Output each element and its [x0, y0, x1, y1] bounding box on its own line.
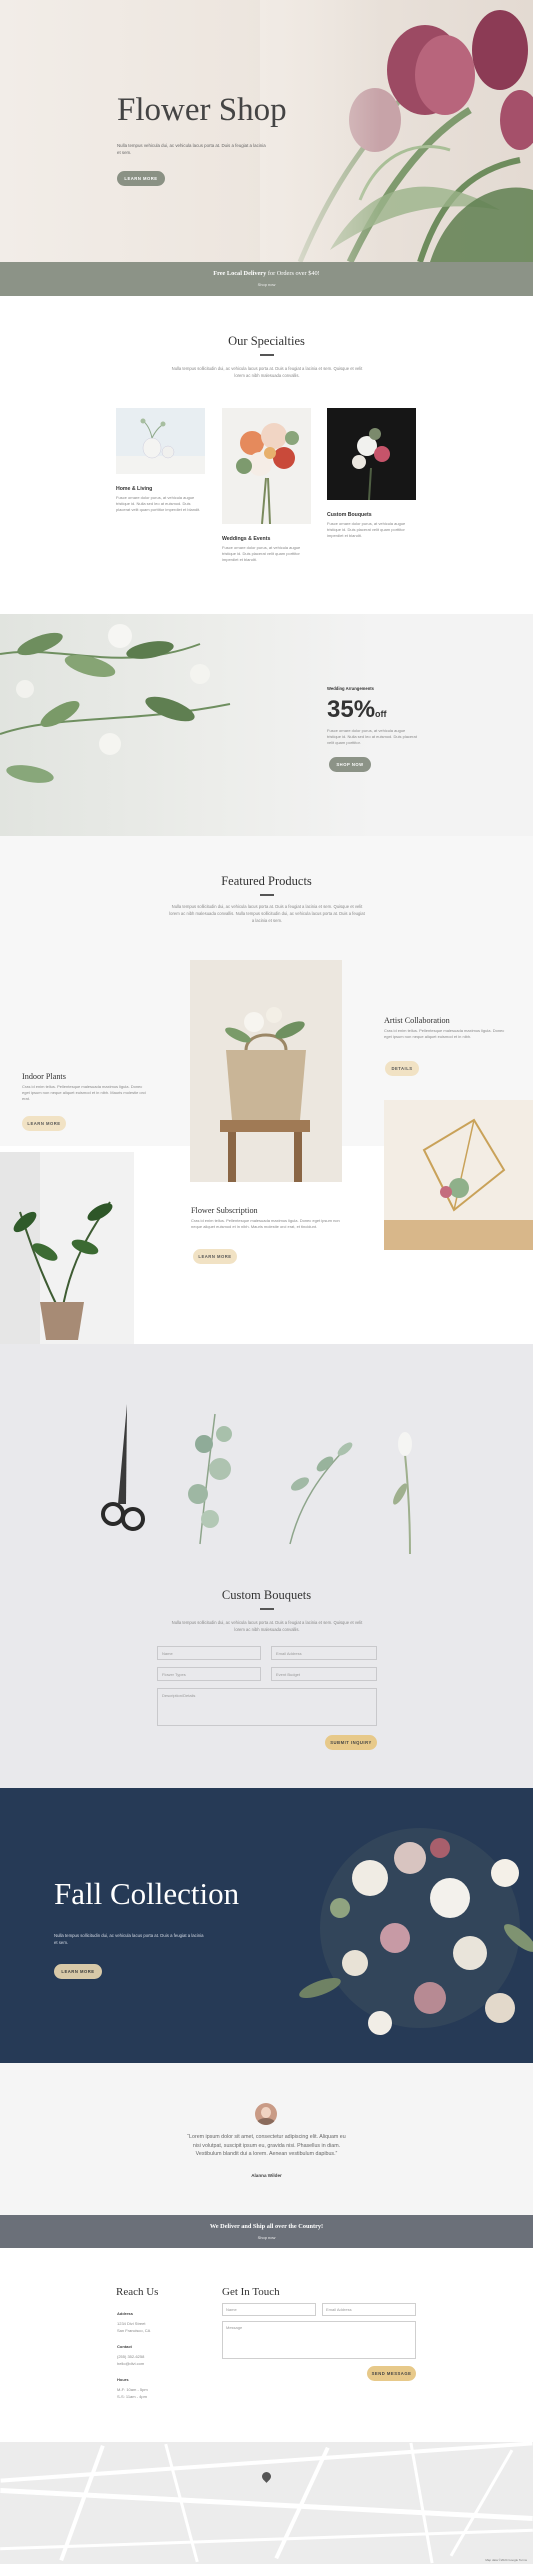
email-field[interactable]: Email Address — [271, 1646, 377, 1660]
product-title-artist-collaboration: Artist Collaboration — [384, 1016, 450, 1025]
map-pin-icon[interactable] — [260, 2470, 273, 2483]
card-text-weddings-events: Fusce ornare dolor purus, at vehicula au… — [222, 545, 301, 562]
promo-shop-now-button[interactable]: SHOP NOW — [329, 757, 371, 772]
flower-subscription-learn-more-button[interactable]: LEARN MORE — [193, 1249, 237, 1264]
address-line-1: 1234 Divi Street — [117, 2321, 146, 2326]
fall-learn-more-button[interactable]: LEARN MORE — [54, 1964, 102, 1979]
shipping-banner-text: We Deliver and Ship all over the Country… — [209, 2223, 324, 2230]
hero-learn-more-button[interactable]: LEARN MORE — [117, 171, 165, 186]
tulip-illustration — [260, 0, 533, 262]
home-living-image — [116, 408, 205, 474]
wedding-promo-section: Wedding Arrangements 35%off Fusce ornare… — [0, 614, 533, 836]
hours-weekdays: M-F: 10am - 5pm — [117, 2387, 148, 2392]
foliage-illustration — [0, 624, 231, 783]
map-road — [449, 2449, 514, 2557]
product-title-flower-subscription: Flower Subscription — [191, 1206, 258, 1215]
hero-subtitle: Nulla tempus vehicula dui, ac vehicula l… — [117, 143, 266, 155]
hours-label: Hours — [117, 2377, 129, 2382]
terrarium-image — [384, 1100, 533, 1250]
featured-text: Nulla tempus sollicitudin dui, ac vehicu… — [169, 904, 365, 923]
description-field[interactable]: Description/Details — [157, 1688, 377, 1726]
testimonial-section: “Lorem ipsum dolor sit amet, consectetur… — [0, 2063, 533, 2215]
send-message-button[interactable]: SEND MESSAGE — [367, 2366, 416, 2381]
contact-name-field[interactable]: Name — [222, 2303, 316, 2316]
shipping-banner: We Deliver and Ship all over the Country… — [0, 2215, 533, 2248]
event-budget-field[interactable]: Event Budget — [271, 1667, 377, 1681]
hours-weekends: S-S: 11am - 4pm — [117, 2394, 147, 2399]
card-text-home-living: Fusce ornare dolor purus, at vehicula au… — [116, 495, 201, 512]
fall-collection-text: Nulla tempus sollicitudin dui, ac vehicu… — [54, 1933, 204, 1945]
contact-message-field[interactable]: Message — [222, 2321, 416, 2359]
custom-bouquets-text: Nulla tempus sollicitudin dui, ac vehicu… — [171, 1620, 363, 1632]
promo-discount: 35%off — [327, 696, 387, 723]
specialties-section: Our Specialties Nulla tempus sollicitudi… — [0, 296, 533, 614]
title-divider — [260, 894, 274, 896]
hero-section: Flower Shop Nulla tempus vehicula dui, a… — [0, 0, 533, 262]
delivery-shop-now-link[interactable]: Shop now — [0, 282, 533, 287]
submit-inquiry-button[interactable]: SUBMIT INQUIRY — [325, 1735, 377, 1750]
testimonial-author: Alanna Wilder — [251, 2173, 282, 2178]
contact-label: Contact — [117, 2344, 132, 2349]
card-title-custom-bouquets: Custom Bouquets — [327, 512, 372, 518]
featured-products-section: Featured Products Nulla tempus sollicitu… — [0, 836, 533, 1344]
delivery-banner-strong: Free Local Delivery — [213, 270, 267, 277]
card-title-weddings-events: Weddings & Events — [222, 536, 271, 542]
avatar — [255, 2103, 277, 2125]
contact-email-field[interactable]: Email Address — [322, 2303, 416, 2316]
shipping-shop-now-link[interactable]: Shop now — [0, 2235, 533, 2240]
map-credit: Map data ©2024 Google Terms — [485, 2558, 527, 2562]
featured-title: Featured Products — [221, 874, 312, 888]
scissors-eucalyptus-illustration — [101, 1404, 412, 1554]
delivery-banner-rest: for Orders over $40! — [267, 270, 320, 277]
card-title-home-living: Home & Living — [116, 486, 153, 492]
contact-section: Reach Us Address 1234 Divi Street San Fr… — [0, 2248, 533, 2442]
map-road — [409, 2442, 434, 2564]
tote-bag-image — [190, 960, 342, 1182]
title-divider — [260, 1608, 274, 1610]
specialties-text: Nulla tempus sollicitudin dui, ac vehicu… — [171, 366, 363, 378]
weddings-events-image — [222, 408, 311, 524]
product-text-artist-collaboration: Cras id enim tellus. Pellentesque malesu… — [384, 1028, 505, 1039]
email-address[interactable]: hello@divi.com — [117, 2361, 144, 2367]
delivery-banner: Free Local Delivery for Orders over $40!… — [0, 262, 533, 296]
product-text-indoor-plants: Cras id enim tellus. Pellentesque malesu… — [22, 1084, 146, 1101]
indoor-plants-learn-more-button[interactable]: LEARN MORE — [22, 1116, 66, 1131]
custom-bouquets-image — [327, 408, 416, 500]
address-line-2: San Francisco, CA — [117, 2328, 151, 2333]
phone-number[interactable]: (255) 352-6258 — [117, 2354, 144, 2360]
promo-text: Fusce ornare dolor purus, at vehicula au… — [327, 728, 417, 745]
delivery-banner-text: Free Local Delivery for Orders over $40! — [0, 270, 533, 277]
flower-types-field[interactable]: Flower Types — [157, 1667, 261, 1681]
custom-bouquets-title: Custom Bouquets — [221, 1588, 312, 1602]
address-label: Address — [117, 2311, 134, 2316]
location-map[interactable]: Map data ©2024 Google Terms — [0, 2442, 533, 2564]
name-field[interactable]: Name — [157, 1646, 261, 1660]
card-text-custom-bouquets: Fusce ornare dolor purus, at vehicula au… — [327, 521, 406, 538]
fall-bouquet-illustration — [299, 1828, 533, 2035]
testimonial-quote: “Lorem ipsum dolor sit amet, consectetur… — [187, 2134, 346, 2157]
specialties-title: Our Specialties — [228, 334, 305, 348]
product-text-flower-subscription: Cras id enim tellus. Pellentesque malesu… — [191, 1218, 340, 1229]
fall-collection-title: Fall Collection — [54, 1876, 240, 1911]
title-divider — [260, 354, 274, 356]
hero-title: Flower Shop — [117, 92, 287, 128]
custom-bouquets-section: Custom Bouquets Nulla tempus sollicitudi… — [0, 1344, 533, 1788]
reach-us-title: Reach Us — [116, 2286, 159, 2298]
indoor-plant-image — [0, 1152, 134, 1344]
fall-collection-section: Fall Collection Nulla tempus sollicitudi… — [0, 1788, 533, 2063]
get-in-touch-title: Get In Touch — [222, 2286, 280, 2298]
artist-collaboration-details-button[interactable]: DETAILS — [385, 1061, 419, 1076]
product-title-indoor-plants: Indoor Plants — [22, 1072, 66, 1081]
promo-kicker: Wedding Arrangements — [327, 686, 374, 691]
